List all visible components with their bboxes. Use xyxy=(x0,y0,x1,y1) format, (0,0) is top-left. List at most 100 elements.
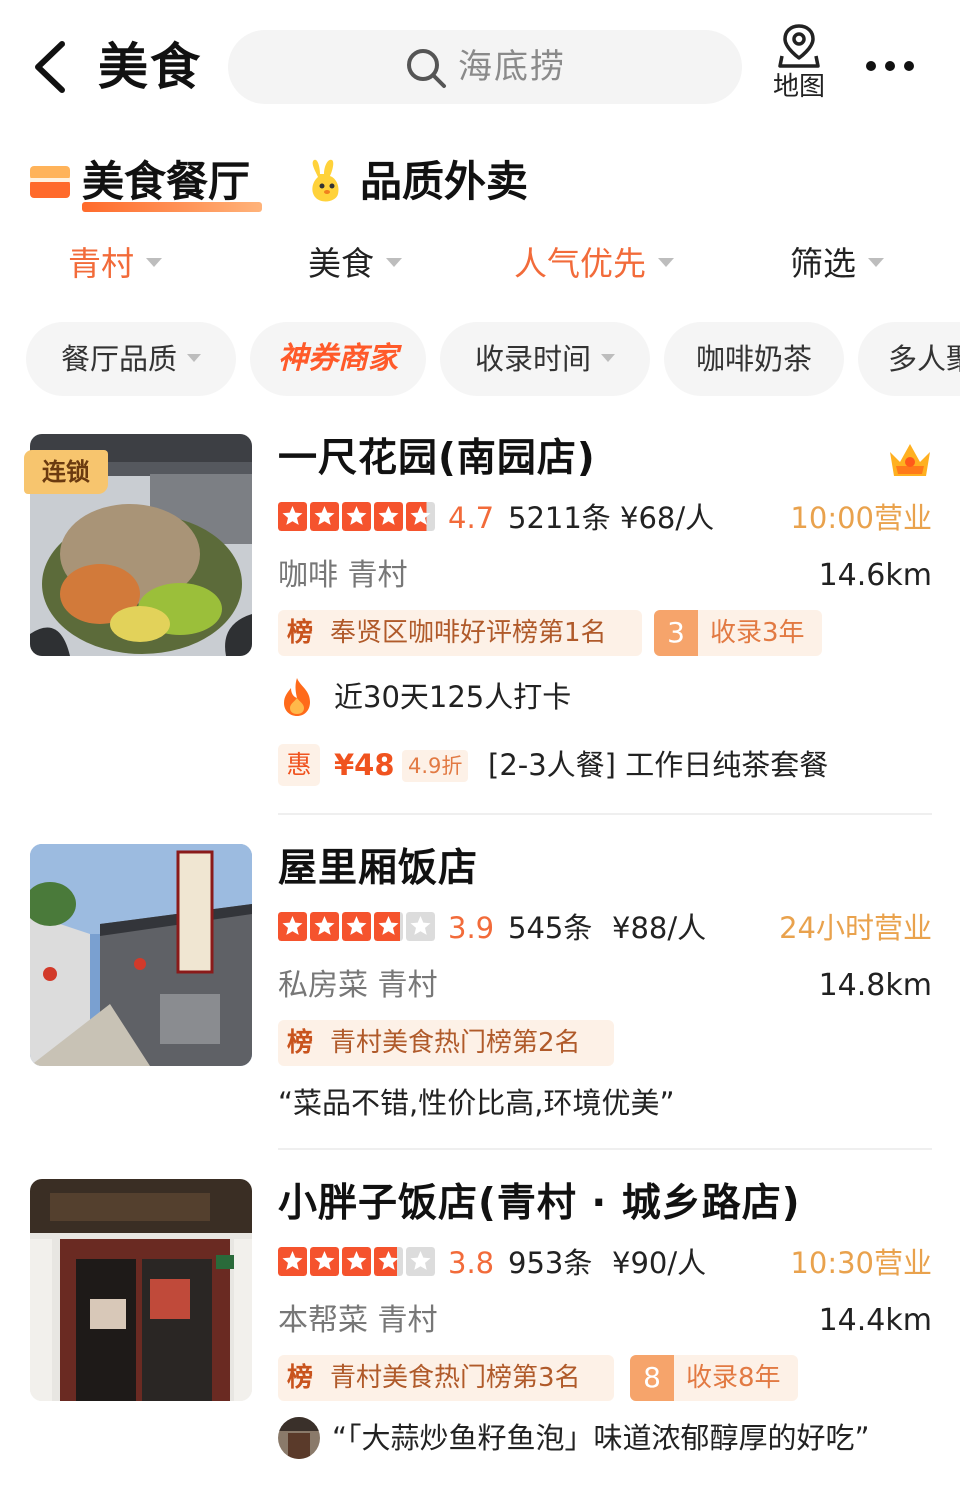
deal-price: ¥48 xyxy=(334,748,395,782)
restaurant-card[interactable]: 屋里厢饭店 3.9 545条 ¥88/人 24小时营业 私房菜 青村 14.8k… xyxy=(0,830,960,1150)
cuisine-area-tags: 私房菜 青村 xyxy=(278,968,438,1003)
star-icon xyxy=(310,502,339,531)
review-quote: “菜品不错,性价比高,环境优美” xyxy=(278,1086,675,1120)
filter-bar: 青村 美食 人气优先 筛选 xyxy=(0,232,960,296)
rank-icon: 榜 xyxy=(286,1363,313,1393)
dropdown-arrow-icon xyxy=(601,354,615,362)
search-placeholder: 海底捞 xyxy=(458,47,566,87)
tab-label: 品质外卖 xyxy=(360,157,529,206)
star-icon xyxy=(342,912,371,941)
filter-sort-dropdown[interactable]: 人气优先 xyxy=(514,232,674,296)
dropdown-arrow-icon xyxy=(658,258,674,267)
star-icon xyxy=(374,502,403,531)
search-icon xyxy=(407,49,446,88)
more-options-button[interactable] xyxy=(862,46,918,86)
restaurant-name[interactable]: 屋里厢饭店 xyxy=(278,842,478,896)
tags-row: 私房菜 青村 14.8km xyxy=(278,964,932,1008)
restaurant-card[interactable]: 小胖子饭店(青村 · 城乡路店) 3.8 953条 ¥90/人 10:30营业 … xyxy=(0,1165,960,1492)
review-count: 5211条 xyxy=(508,501,611,535)
quick-filter-chips: 餐厅品质 神券商家 收录时间 咖啡奶茶 多人聚 xyxy=(0,322,960,398)
filter-area-dropdown[interactable]: 青村 xyxy=(68,232,162,296)
listed-years-text: 收录3年 xyxy=(710,618,805,648)
rating-row: 4.7 5211条 ¥68/人 10:00营业 xyxy=(278,496,932,540)
reviewer-avatar xyxy=(278,1417,320,1459)
page-title: 美食 xyxy=(98,38,202,96)
star-icon xyxy=(278,1247,307,1276)
tags-row: 本帮菜 青村 14.4km xyxy=(278,1299,932,1343)
star-icon xyxy=(342,1247,371,1276)
star-icon xyxy=(310,1247,339,1276)
dropdown-arrow-icon xyxy=(146,258,162,267)
dropdown-arrow-icon xyxy=(187,354,201,362)
distance: 14.6km xyxy=(818,558,932,593)
tab-food-restaurants[interactable]: 美食餐厅 xyxy=(28,146,268,218)
avg-price: ¥88/人 xyxy=(612,911,707,945)
tab-quality-delivery[interactable]: 品质外卖 xyxy=(304,146,564,218)
review-quote: “「大蒜炒鱼籽鱼泡」味道浓郁醇厚的好吃” xyxy=(332,1421,870,1455)
rating-row: 3.9 545条 ¥88/人 24小时营业 xyxy=(278,906,932,950)
listed-years-text: 收录8年 xyxy=(686,1363,781,1393)
rank-text: 奉贤区咖啡好评榜第1名 xyxy=(330,618,607,648)
map-button[interactable]: 地图 xyxy=(766,22,832,112)
star-icon xyxy=(310,912,339,941)
chip-group-dining[interactable]: 多人聚 xyxy=(858,322,960,396)
restaurant-name[interactable]: 一尺花园(南园店) xyxy=(278,432,596,486)
rating-score: 3.9 xyxy=(448,911,495,945)
rank-icon: 榜 xyxy=(286,618,313,648)
chip-label: 神券商家 xyxy=(278,341,398,376)
chip-coffee-tea[interactable]: 咖啡奶茶 xyxy=(664,322,844,396)
deal-discount: 4.9折 xyxy=(402,750,469,782)
filter-more-dropdown[interactable]: 筛选 xyxy=(790,232,884,296)
star-icon xyxy=(278,912,307,941)
deal-description: [2-3人餐] 工作日纯茶套餐 xyxy=(488,748,829,782)
star-icon xyxy=(342,502,371,531)
card-divider xyxy=(278,813,932,815)
review-count: 545条 xyxy=(508,911,593,945)
restaurant-name[interactable]: 小胖子饭店(青村 · 城乡路店) xyxy=(278,1177,801,1231)
distance: 14.8km xyxy=(818,968,932,1003)
chip-label: 餐厅品质 xyxy=(60,342,177,376)
filter-label: 青村 xyxy=(68,244,134,283)
opening-hours: 24小时营业 xyxy=(779,911,932,945)
opening-hours: 10:00营业 xyxy=(790,501,932,535)
rating-row: 3.8 953条 ¥90/人 10:30营业 xyxy=(278,1241,932,1285)
review-count: 953条 xyxy=(508,1246,593,1280)
rank-badge[interactable]: 榜 青村美食热门榜第2名 xyxy=(278,1020,614,1066)
rank-text: 青村美食热门榜第2名 xyxy=(330,1028,581,1058)
search-input[interactable]: 海底捞 xyxy=(228,30,742,104)
chip-listing-time[interactable]: 收录时间 xyxy=(440,322,650,396)
map-label: 地图 xyxy=(772,72,825,102)
chip-label: 咖啡奶茶 xyxy=(695,342,812,376)
crown-icon xyxy=(890,444,930,476)
back-arrow-icon[interactable] xyxy=(28,34,76,100)
more-dot-icon xyxy=(885,61,895,71)
rank-icon: 榜 xyxy=(286,1028,313,1058)
opening-hours: 10:30营业 xyxy=(790,1246,932,1280)
listed-years-badge: 3 收录3年 xyxy=(654,610,822,656)
chip-coupon-merchants[interactable]: 神券商家 xyxy=(250,322,426,396)
chip-restaurant-quality[interactable]: 餐厅品质 xyxy=(26,322,236,396)
filter-category-dropdown[interactable]: 美食 xyxy=(308,232,402,296)
rating-score: 4.7 xyxy=(448,501,495,535)
rank-text: 青村美食热门榜第3名 xyxy=(330,1363,581,1393)
star-icon xyxy=(374,912,403,941)
checkin-text: 近30天125人打卡 xyxy=(334,680,572,714)
avg-price: ¥68/人 xyxy=(620,501,715,535)
restaurant-photo xyxy=(30,1179,252,1401)
rank-badge[interactable]: 榜 奉贤区咖啡好评榜第1名 xyxy=(278,610,642,656)
cuisine-area-tags: 本帮菜 青村 xyxy=(278,1303,438,1338)
more-dot-icon xyxy=(904,61,914,71)
rank-badge[interactable]: 榜 青村美食热门榜第3名 xyxy=(278,1355,614,1401)
star-icon xyxy=(406,502,435,531)
deal-icon: 惠 xyxy=(278,744,320,786)
restaurant-card[interactable]: 连锁 一尺花园(南园店) 4.7 5211条 ¥68/人 10:00营业 咖啡 … xyxy=(0,420,960,815)
avg-price: ¥90/人 xyxy=(612,1246,707,1280)
tags-row: 咖啡 青村 14.6km xyxy=(278,554,932,598)
filter-label: 人气优先 xyxy=(514,244,646,283)
kangaroo-mascot-icon xyxy=(312,159,339,202)
chip-label: 多人聚 xyxy=(888,342,960,376)
filter-label: 美食 xyxy=(308,244,374,283)
tab-label: 美食餐厅 xyxy=(82,157,251,206)
distance: 14.4km xyxy=(818,1303,932,1338)
listed-years-number: 3 xyxy=(654,610,698,656)
